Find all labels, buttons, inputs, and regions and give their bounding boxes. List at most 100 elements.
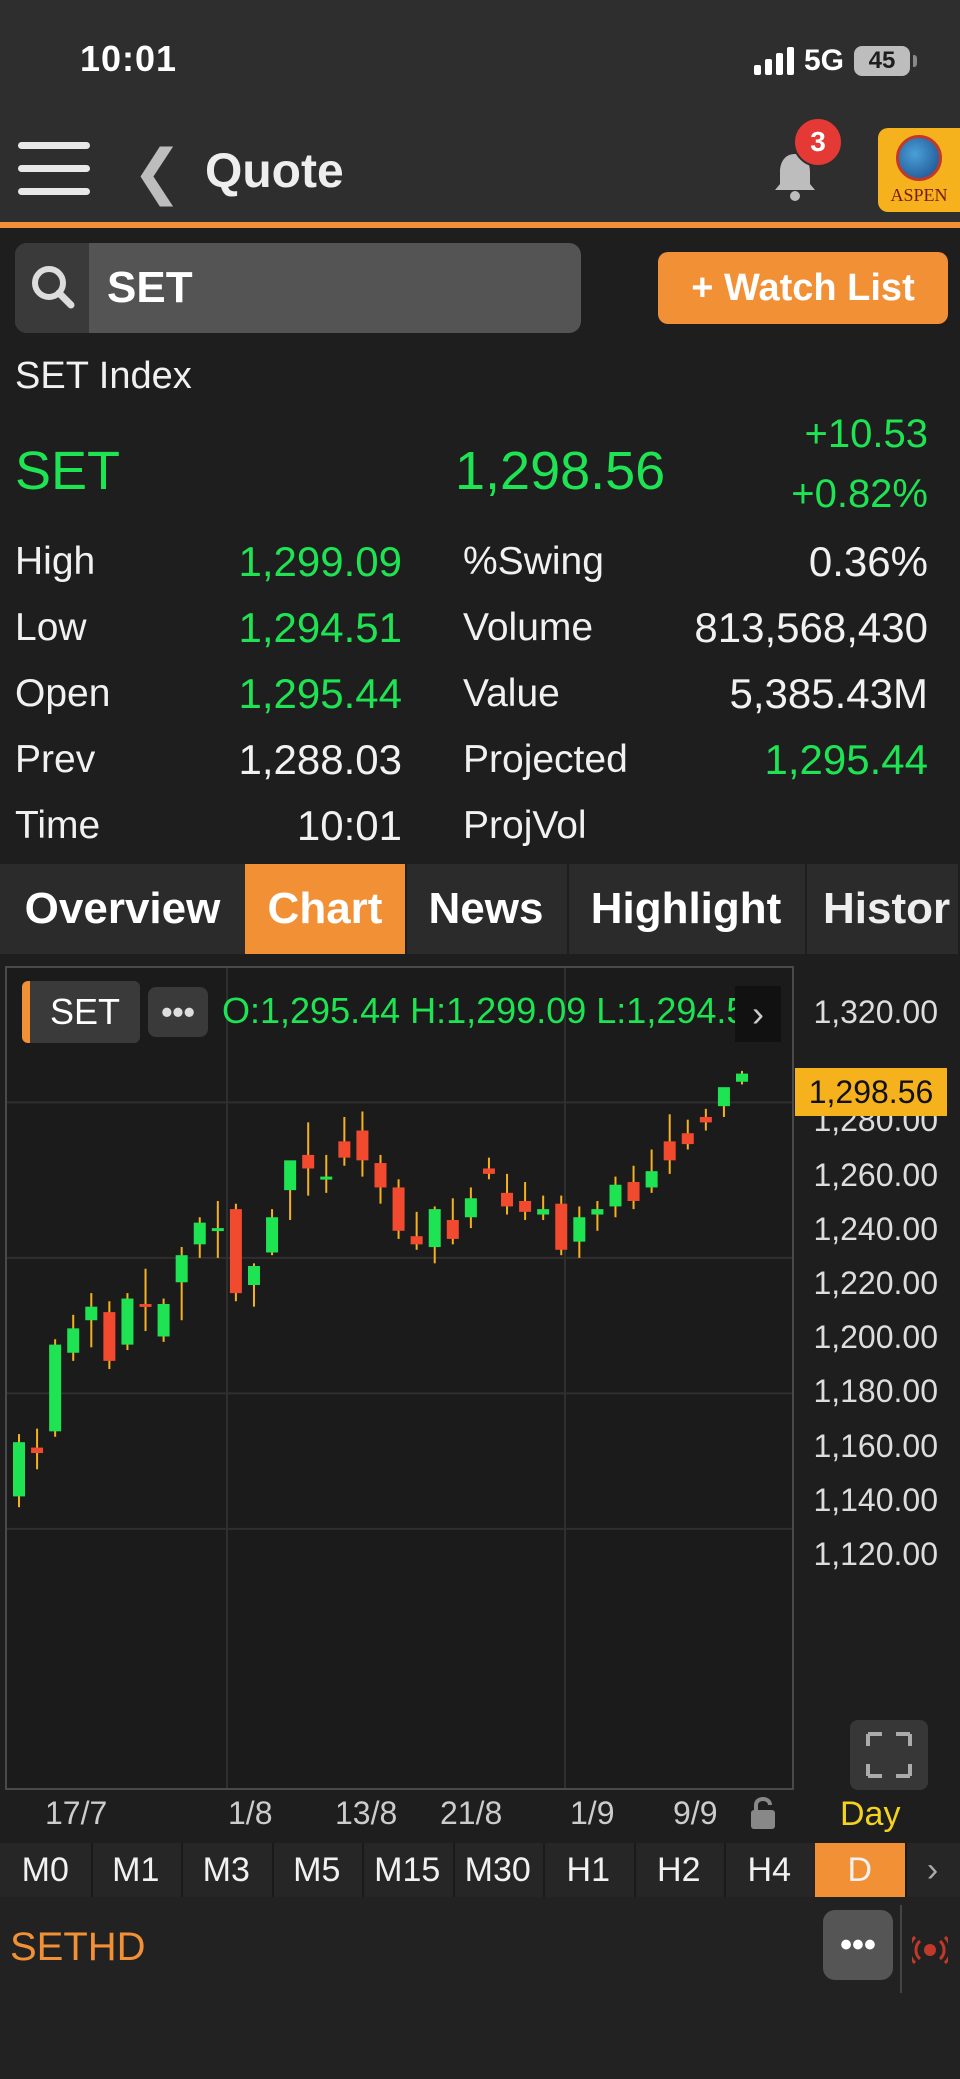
stat-value: 0.36% xyxy=(808,538,928,585)
candle-body xyxy=(446,1219,459,1239)
timeframe-m0[interactable]: M0 xyxy=(0,1843,93,1897)
back-chevron-icon[interactable]: ❮ xyxy=(132,142,182,202)
candle-body xyxy=(266,1217,279,1253)
chevron-right-icon[interactable]: › xyxy=(905,1843,960,1897)
stat-value: 1,288.03 xyxy=(238,736,403,783)
notification-badge: 3 xyxy=(793,117,843,167)
timeframe-h4[interactable]: H4 xyxy=(724,1843,817,1897)
chart-period-label: Day xyxy=(840,1795,901,1833)
candle-body xyxy=(175,1255,188,1283)
candle-body xyxy=(519,1200,532,1212)
last-price-marker: 1,298.56 xyxy=(795,1068,947,1116)
candle-body xyxy=(284,1160,297,1191)
candle-body xyxy=(717,1087,730,1107)
candle-body xyxy=(537,1209,550,1215)
more-button[interactable]: ••• xyxy=(823,1910,893,1980)
candle-body xyxy=(609,1184,622,1207)
stat-value: 1,295.44 xyxy=(238,670,403,717)
tab-overview[interactable]: Overview xyxy=(0,864,247,954)
stat-value: 1,295.44 xyxy=(764,736,929,783)
add-watch-list-button[interactable]: + Watch List xyxy=(658,252,948,324)
timeframe-m1[interactable]: M1 xyxy=(91,1843,183,1897)
stat-label: Volume xyxy=(463,606,594,649)
candle-body xyxy=(67,1328,80,1353)
candle-body xyxy=(482,1168,495,1174)
percent-change: +0.82% xyxy=(791,472,928,516)
stat-label: Low xyxy=(15,606,87,649)
ohlc-readout: O:1,295.44 H:1,299.09 L:1,294.51 xyxy=(222,990,742,1031)
candle-body xyxy=(428,1209,441,1248)
y-axis-tick: 1,180.00 xyxy=(813,1373,938,1410)
candle-body xyxy=(555,1203,568,1250)
aspen-logo[interactable]: ASPEN xyxy=(878,128,960,212)
expand-icon[interactable] xyxy=(850,1720,928,1790)
chart-canvas[interactable] xyxy=(7,968,792,1788)
candle-body xyxy=(338,1141,351,1158)
candle-body xyxy=(392,1187,405,1231)
symbol-search[interactable]: SET xyxy=(15,243,581,333)
y-axis-tick: 1,140.00 xyxy=(813,1481,938,1518)
ticker-symbol[interactable]: SETHD xyxy=(10,1925,146,1970)
x-axis-tick: 13/8 xyxy=(335,1795,398,1831)
chart-options-button[interactable]: ••• xyxy=(148,987,208,1037)
candle-body xyxy=(139,1303,152,1307)
y-axis-tick: 1,240.00 xyxy=(813,1210,938,1247)
candle-body xyxy=(464,1198,477,1218)
price-chart[interactable] xyxy=(5,966,794,1790)
candle-body xyxy=(103,1312,116,1361)
timeframe-h2[interactable]: H2 xyxy=(634,1843,726,1897)
y-axis-tick: 1,200.00 xyxy=(813,1319,938,1356)
candle-body xyxy=(157,1303,170,1337)
timeframe-h1[interactable]: H1 xyxy=(543,1843,636,1897)
y-axis-tick: 1,260.00 xyxy=(813,1156,938,1193)
speaker-icon[interactable] xyxy=(912,1935,948,1965)
signal-icon xyxy=(753,47,794,75)
status-time: 10:01 xyxy=(80,38,178,79)
stat-value: 5,385.43M xyxy=(729,670,928,717)
y-axis-tick: 1,320.00 xyxy=(813,994,938,1030)
y-axis-tick: 1,220.00 xyxy=(813,1265,938,1301)
network-label: 5G xyxy=(803,44,844,77)
tab-histor[interactable]: Histor xyxy=(805,864,960,954)
candle-body xyxy=(663,1141,676,1161)
timeframe-bar: M0 M1 M3 M5 M15 M30 H1 H2 H4 D › xyxy=(0,1843,960,1897)
status-bar: 10:01 5G 45 xyxy=(0,0,960,120)
menu-icon[interactable] xyxy=(18,142,90,202)
stat-label: %Swing xyxy=(463,540,604,583)
search-input[interactable]: SET xyxy=(107,263,193,313)
tab-news[interactable]: News xyxy=(405,864,569,954)
timeframe-m5[interactable]: M5 xyxy=(272,1843,364,1897)
candle-body xyxy=(13,1442,25,1497)
chevron-right-icon[interactable]: › xyxy=(735,986,781,1042)
timeframe-d[interactable]: D xyxy=(814,1843,907,1897)
globe-icon xyxy=(896,135,942,181)
tab-highlight[interactable]: Highlight xyxy=(567,864,807,954)
candle-body xyxy=(193,1222,206,1245)
header-divider xyxy=(0,222,960,228)
timeframe-m30[interactable]: M30 xyxy=(453,1843,545,1897)
timeframe-m15[interactable]: M15 xyxy=(362,1843,455,1897)
candle-body xyxy=(31,1447,44,1454)
x-axis-tick: 9/9 xyxy=(673,1795,718,1831)
tab-chart[interactable]: Chart xyxy=(245,864,407,954)
candle-body xyxy=(591,1209,604,1215)
candle-body xyxy=(573,1217,586,1242)
security-symbol: SET xyxy=(15,441,121,501)
stat-label: Prev xyxy=(15,738,96,781)
candle-body xyxy=(356,1130,369,1161)
search-button[interactable] xyxy=(15,243,89,333)
x-axis-tick: 21/8 xyxy=(440,1795,503,1831)
stat-value: 1,294.51 xyxy=(238,604,403,651)
candle-body xyxy=(681,1133,694,1145)
stat-label: Projected xyxy=(463,738,628,781)
candle-body xyxy=(211,1228,224,1232)
chart-symbol-chip[interactable]: SET xyxy=(22,981,140,1043)
x-axis-tick: 1/8 xyxy=(228,1795,273,1831)
candle-body xyxy=(374,1163,387,1188)
candle-body xyxy=(627,1182,640,1201)
stat-label: Open xyxy=(15,672,111,715)
lock-icon[interactable] xyxy=(748,1795,778,1831)
y-axis-tick: 1,160.00 xyxy=(813,1427,938,1464)
security-name: SET Index xyxy=(15,355,192,397)
timeframe-m3[interactable]: M3 xyxy=(181,1843,274,1897)
